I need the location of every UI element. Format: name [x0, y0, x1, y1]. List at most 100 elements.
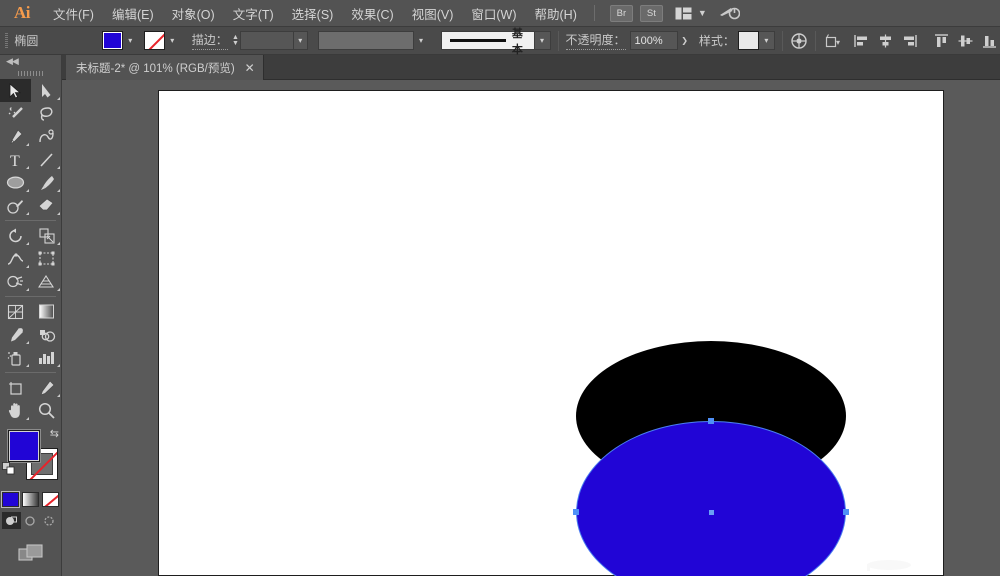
tool-corner-marker: [57, 288, 60, 291]
transform-icon[interactable]: ▾: [823, 31, 842, 51]
stock-button[interactable]: St: [639, 4, 663, 22]
tool-corner-marker: [26, 242, 29, 245]
zoom-tool[interactable]: [31, 399, 62, 422]
fill-dropdown-icon[interactable]: ▾: [122, 31, 138, 50]
menu-help[interactable]: 帮助(H): [526, 1, 586, 26]
tools-panel-grip[interactable]: [0, 68, 61, 79]
tool-corner-marker: [57, 394, 60, 397]
stroke-swatch[interactable]: [143, 31, 165, 50]
tools-group-1: T: [0, 79, 62, 217]
bridge-button[interactable]: Br: [609, 4, 633, 22]
arrange-documents-icon[interactable]: ▼: [675, 7, 707, 20]
close-icon[interactable]: ✕: [245, 61, 255, 75]
document-tab[interactable]: 未标题-2* @ 101% (RGB/预览) ✕: [66, 55, 264, 80]
magic-wand-tool[interactable]: [0, 102, 31, 125]
cloud-sync-icon[interactable]: [719, 5, 740, 21]
default-fill-stroke-icon[interactable]: [2, 462, 15, 475]
tool-corner-marker: [26, 417, 29, 420]
blend-tool[interactable]: [31, 323, 62, 346]
tool-corner-marker: [26, 143, 29, 146]
menu-file[interactable]: 文件(F): [44, 1, 103, 26]
anchor-right[interactable]: [843, 509, 849, 515]
canvas-area[interactable]: [62, 80, 1000, 576]
stroke-weight-input[interactable]: [240, 31, 294, 50]
width-tool[interactable]: [0, 247, 31, 270]
draw-behind-button[interactable]: [21, 512, 40, 529]
color-mode-button[interactable]: [1, 491, 20, 508]
column-graph-tool[interactable]: [31, 346, 62, 369]
change-screen-mode-button[interactable]: [0, 543, 61, 563]
ellipse-tool[interactable]: [0, 171, 31, 194]
curvature-tool[interactable]: [31, 125, 62, 148]
anchor-top[interactable]: [708, 418, 714, 424]
align-vertical-center-icon[interactable]: [954, 31, 976, 51]
tools-divider-2: [5, 296, 56, 297]
opacity-input[interactable]: 100%: [629, 31, 679, 50]
menu-edit[interactable]: 编辑(E): [103, 1, 163, 26]
anchor-left[interactable]: [573, 509, 579, 515]
free-transform-tool[interactable]: [31, 247, 62, 270]
tools-divider-3: [5, 372, 56, 373]
brush-definition-dropdown-icon[interactable]: ▾: [534, 31, 551, 50]
shaper-tool[interactable]: [0, 194, 31, 217]
menu-type[interactable]: 文字(T): [224, 1, 283, 26]
stroke-weight-dropdown-icon[interactable]: ▾: [293, 31, 308, 50]
paintbrush-tool[interactable]: [31, 171, 62, 194]
artboard-tool[interactable]: [0, 376, 31, 399]
stroke-profile-dropdown-icon[interactable]: ▾: [413, 31, 429, 50]
mesh-tool[interactable]: [0, 300, 31, 323]
align-top-icon[interactable]: [930, 31, 952, 51]
rotate-tool[interactable]: [0, 224, 31, 247]
gradient-mode-button[interactable]: [22, 492, 39, 507]
slice-tool[interactable]: [31, 376, 62, 399]
pen-tool[interactable]: [0, 125, 31, 148]
menu-window[interactable]: 窗口(W): [462, 1, 525, 26]
hand-tool[interactable]: [0, 399, 31, 422]
menu-object[interactable]: 对象(O): [163, 1, 224, 26]
gradient-tool[interactable]: [31, 300, 62, 323]
tools-group-2: [0, 224, 62, 293]
stroke-weight-stepper[interactable]: ▲ ▼: [231, 31, 240, 50]
stroke-profile-input[interactable]: [317, 31, 414, 50]
fill-color-indicator[interactable]: [8, 430, 40, 462]
line-segment-tool[interactable]: [31, 148, 62, 171]
lasso-tool[interactable]: [31, 102, 62, 125]
scale-tool[interactable]: [31, 224, 62, 247]
eyedropper-tool[interactable]: [0, 323, 31, 346]
stroke-dropdown-icon[interactable]: ▾: [164, 31, 180, 50]
tools-group-4: [0, 376, 62, 422]
svg-text:T: T: [10, 153, 20, 168]
symbol-sprayer-tool[interactable]: [0, 346, 31, 369]
artboard[interactable]: [158, 90, 944, 576]
swap-fill-stroke-icon[interactable]: ⇆: [50, 427, 59, 440]
graphic-style-swatch[interactable]: [737, 31, 759, 50]
menu-select[interactable]: 选择(S): [283, 1, 343, 26]
align-horizontal-center-icon[interactable]: [874, 31, 896, 51]
eraser-tool[interactable]: [31, 194, 62, 217]
none-mode-button[interactable]: [42, 492, 59, 507]
recolor-artwork-icon[interactable]: [790, 31, 809, 51]
graphic-style-dropdown-icon[interactable]: ▾: [758, 31, 775, 50]
draw-inside-button[interactable]: [40, 512, 59, 529]
fill-stroke-indicator: ⇆: [0, 426, 62, 488]
tools-group-3: [0, 300, 62, 369]
menu-effect[interactable]: 效果(C): [342, 1, 402, 26]
type-tool[interactable]: T: [0, 148, 31, 171]
align-bottom-icon[interactable]: [978, 31, 1000, 51]
tool-corner-marker: [26, 288, 29, 291]
menu-view[interactable]: 视图(V): [403, 1, 463, 26]
selection-tool[interactable]: [0, 79, 31, 102]
align-left-icon[interactable]: [850, 31, 872, 51]
drawing-modes-row: [0, 512, 61, 529]
control-divider-2: [781, 30, 783, 51]
fill-swatch[interactable]: [101, 31, 123, 50]
direct-selection-tool[interactable]: [31, 79, 62, 102]
align-right-icon[interactable]: [898, 31, 920, 51]
perspective-grid-tool[interactable]: [31, 270, 62, 293]
control-divider-3: [815, 30, 817, 51]
opacity-expand-icon[interactable]: ❯: [678, 31, 691, 50]
collapse-panel-icon[interactable]: ◀◀: [0, 55, 61, 68]
control-bar-grip[interactable]: [5, 33, 9, 48]
draw-normal-button[interactable]: [2, 512, 21, 529]
shape-builder-tool[interactable]: [0, 270, 31, 293]
